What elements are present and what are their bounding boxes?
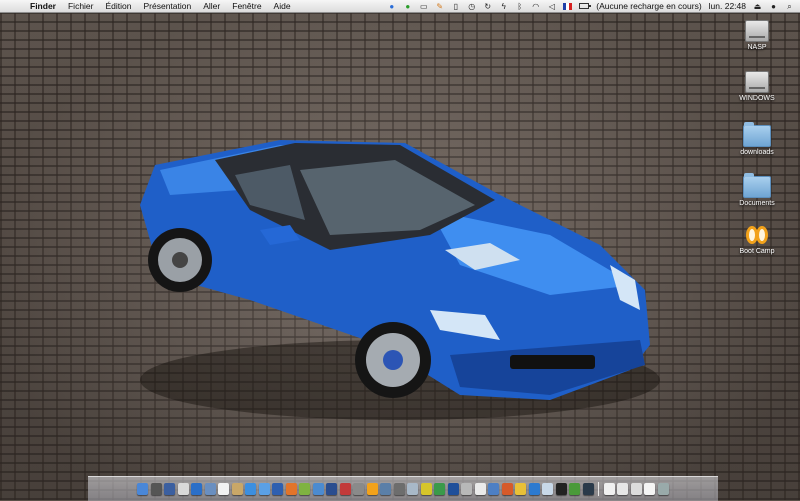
address-book-icon[interactable] xyxy=(231,483,243,495)
safari-icon[interactable] xyxy=(204,483,216,495)
lightning-icon[interactable]: ϟ xyxy=(499,2,508,11)
menu-extras: ● ● ▭ ✎ ▯ ◷ ↻ ϟ ᛒ ◠ ◁ (Aucune recharge e… xyxy=(387,0,794,12)
user-icon[interactable]: ● xyxy=(769,2,778,11)
gold-app-icon[interactable] xyxy=(515,483,527,495)
folder-icon xyxy=(743,173,771,198)
menu-presentation[interactable]: Présentation xyxy=(144,0,192,12)
utility-app-icon[interactable] xyxy=(353,483,365,495)
desktop-icon-label: WINDOWS xyxy=(739,95,775,102)
boot-camp-icon xyxy=(744,224,770,246)
boot-camp-app-icon[interactable] xyxy=(366,483,378,495)
battery-icon[interactable] xyxy=(579,3,592,9)
desktop-icon-label: Documents xyxy=(739,200,775,207)
desktop-icon-windows[interactable]: WINDOWS xyxy=(727,71,787,102)
text-edit-icon[interactable] xyxy=(542,483,554,495)
white-app-icon[interactable] xyxy=(474,483,486,495)
desktop-icon-label: downloads xyxy=(740,149,774,156)
eject-icon[interactable]: ⏏ xyxy=(753,2,762,11)
black-app-icon[interactable] xyxy=(555,483,567,495)
files-stack-icon[interactable] xyxy=(644,483,656,495)
display-icon[interactable]: ▭ xyxy=(419,2,428,11)
image-app-icon[interactable] xyxy=(488,483,500,495)
green-app-icon[interactable] xyxy=(434,483,446,495)
desktop-icon-nasp[interactable]: NASP xyxy=(727,20,787,51)
orange-app-icon[interactable] xyxy=(501,483,513,495)
menu-fichier[interactable]: Fichier xyxy=(68,0,94,12)
app-store-icon[interactable] xyxy=(245,483,257,495)
activity-icon[interactable] xyxy=(569,483,581,495)
spotlight-search-icon[interactable]: ⌕ xyxy=(785,2,794,11)
calendar-icon[interactable] xyxy=(218,483,230,495)
document-stack-icon[interactable] xyxy=(603,483,615,495)
preview-icon[interactable] xyxy=(380,483,392,495)
folder-icon xyxy=(743,122,771,147)
firefox-icon[interactable] xyxy=(285,483,297,495)
french-flag-icon[interactable] xyxy=(563,2,573,10)
menu-finder[interactable]: Finder xyxy=(30,0,56,12)
menu-edition[interactable]: Édition xyxy=(106,0,132,12)
menu-aller[interactable]: Aller xyxy=(203,0,220,12)
desktop-icon-boot-camp[interactable]: Boot Camp xyxy=(727,224,787,255)
bluetooth-icon[interactable]: ᛒ xyxy=(515,2,524,11)
volume-icon[interactable]: ◁ xyxy=(547,2,556,11)
hard-drive-icon xyxy=(745,20,769,42)
car-wallpaper-image xyxy=(140,140,660,420)
menu-fenetre[interactable]: Fenêtre xyxy=(232,0,261,12)
system-preferences-icon[interactable] xyxy=(177,483,189,495)
photo-app-icon[interactable] xyxy=(326,483,338,495)
gray-app-icon[interactable] xyxy=(461,483,473,495)
time-machine-icon[interactable]: ◷ xyxy=(467,2,476,11)
network-icon[interactable] xyxy=(258,483,270,495)
dock xyxy=(88,476,718,501)
terminal-icon[interactable] xyxy=(393,483,405,495)
xcode-icon[interactable] xyxy=(272,483,284,495)
drop-icon[interactable]: ● xyxy=(387,2,396,11)
yellow-app-icon[interactable] xyxy=(420,483,432,495)
desktop-icon-documents[interactable]: Documents xyxy=(727,173,787,207)
finder-icon[interactable] xyxy=(137,483,149,495)
desktop-icon-label: Boot Camp xyxy=(739,248,775,255)
ink-icon[interactable]: ✎ xyxy=(435,2,444,11)
hand-app-icon[interactable] xyxy=(299,483,311,495)
blue-app-icon[interactable] xyxy=(447,483,459,495)
trash-icon[interactable] xyxy=(657,483,669,495)
disk-utility-icon[interactable] xyxy=(407,483,419,495)
battery-status-text[interactable]: (Aucune recharge en cours) xyxy=(596,0,701,12)
hard-drive-icon xyxy=(745,71,769,93)
red-app-icon[interactable] xyxy=(339,483,351,495)
dark-app-icon[interactable] xyxy=(582,483,594,495)
downloads-stack-icon[interactable] xyxy=(630,483,642,495)
dock-separator xyxy=(598,482,600,496)
sync-icon[interactable]: ↻ xyxy=(483,2,492,11)
wifi-icon[interactable]: ◠ xyxy=(531,2,540,11)
itunes-icon[interactable] xyxy=(528,483,540,495)
document-icon[interactable]: ▯ xyxy=(451,2,460,11)
desktop-icon-label: NASP xyxy=(747,44,767,51)
desktop-icon-downloads[interactable]: downloads xyxy=(727,122,787,156)
menu-bar-items: Finder Fichier Édition Présentation Alle… xyxy=(30,0,291,12)
green-status-icon[interactable]: ● xyxy=(403,2,412,11)
mail-icon[interactable] xyxy=(191,483,203,495)
globe-app-icon[interactable] xyxy=(312,483,324,495)
menu-aide[interactable]: Aide xyxy=(274,0,291,12)
applications-stack-icon[interactable] xyxy=(617,483,629,495)
menu-clock[interactable]: lun. 22:48 xyxy=(709,0,746,12)
dashboard-icon[interactable] xyxy=(150,483,162,495)
menu-bar: Finder Fichier Édition Présentation Alle… xyxy=(0,0,800,13)
mission-control-icon[interactable] xyxy=(164,483,176,495)
